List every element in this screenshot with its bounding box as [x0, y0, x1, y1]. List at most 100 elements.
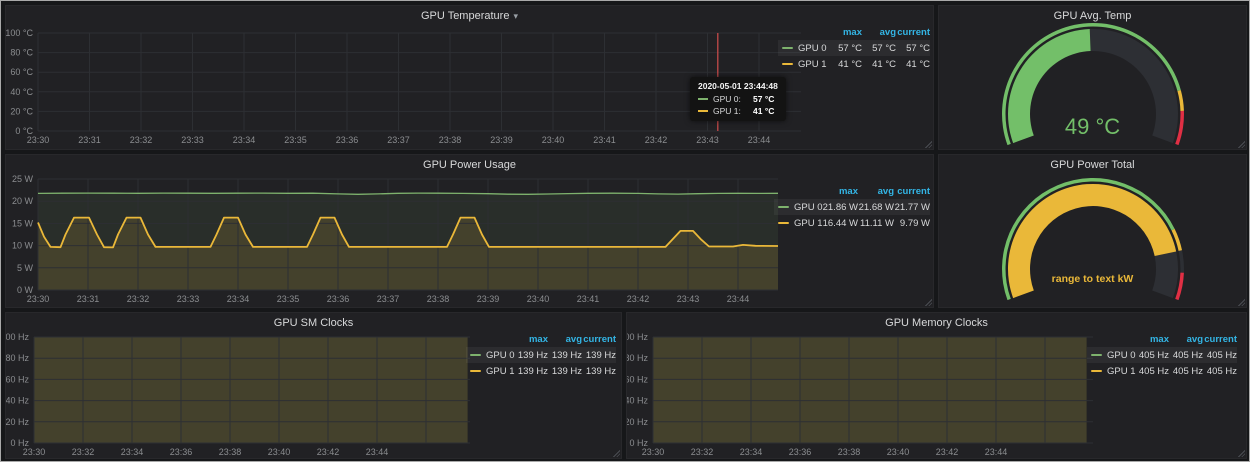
- panel-title-gpu-memory-clocks[interactable]: GPU Memory Clocks: [885, 317, 988, 329]
- x-tick-label: 23:30: [23, 447, 46, 457]
- panel-title-gpu-power-usage[interactable]: GPU Power Usage: [423, 159, 516, 171]
- series-color-dash: [782, 63, 793, 65]
- gpu-sm-clocks-legend: maxavgcurrentGPU 0139 Hz139 Hz139 HzGPU …: [466, 331, 616, 379]
- legend-series: GPU 1: [466, 366, 514, 377]
- legend-value: 21.68 W: [858, 202, 894, 213]
- legend-header-max[interactable]: max: [514, 334, 548, 345]
- panel-title: GPU Temperature ▾: [6, 8, 933, 24]
- panel-title-gpu-temperature[interactable]: GPU Temperature: [421, 10, 509, 22]
- x-tick-label: 23:41: [593, 135, 616, 145]
- y-tick-label: 80 Hz: [627, 353, 648, 363]
- legend-header-current[interactable]: current: [582, 334, 616, 345]
- panel-resize-handle[interactable]: [612, 449, 620, 457]
- legend-header-avg[interactable]: avg: [548, 334, 582, 345]
- legend-series-toggle[interactable]: GPU 1: [486, 366, 515, 377]
- x-tick-label: 23:43: [677, 294, 700, 304]
- panel-gpu-memory-clocks: GPU Memory Clocks 100 Hz80 Hz60 Hz40 Hz2…: [626, 312, 1247, 459]
- panel-gpu-power-usage: GPU Power Usage 25 W20 W15 W10 W5 W0 W23…: [5, 154, 934, 308]
- panel-title: GPU Avg. Temp: [939, 8, 1246, 24]
- legend-value: 139 Hz: [582, 366, 616, 377]
- legend-value: 57 °C: [828, 43, 862, 54]
- legend-series-toggle[interactable]: GPU 0: [798, 43, 827, 54]
- legend-series-toggle[interactable]: GPU 0: [1107, 350, 1136, 361]
- x-tick-label: 23:42: [627, 294, 650, 304]
- legend-value: 21.86 W: [822, 202, 858, 213]
- legend-value: 405 Hz: [1135, 350, 1169, 361]
- legend-header-avg[interactable]: avg: [858, 186, 894, 197]
- legend-series: GPU 0: [466, 350, 514, 361]
- panel-resize-handle[interactable]: [1237, 298, 1245, 306]
- legend-row: GPU 116.44 W11.11 W9.79 W: [774, 215, 930, 231]
- legend-series-toggle[interactable]: GPU 0: [486, 350, 515, 361]
- legend-header-current[interactable]: current: [1203, 334, 1237, 345]
- x-tick-label: 23:31: [78, 135, 101, 145]
- legend-series-toggle[interactable]: GPU 1: [1107, 366, 1136, 377]
- y-tick-label: 60 Hz: [6, 374, 29, 384]
- y-tick-label: 40 Hz: [627, 396, 648, 406]
- x-tick-label: 23:32: [130, 135, 153, 145]
- panel-title: GPU Power Total: [939, 157, 1246, 173]
- legend-row: GPU 1139 Hz139 Hz139 Hz: [466, 363, 616, 379]
- legend-header-current[interactable]: current: [896, 27, 930, 38]
- x-tick-label: 23:40: [542, 135, 565, 145]
- x-tick-label: 23:37: [377, 294, 400, 304]
- grafana-dashboard: GPU Temperature ▾ 100 °C80 °C60 °C40 °C2…: [0, 0, 1250, 462]
- panel-resize-handle[interactable]: [924, 140, 932, 148]
- series-color-dash: [698, 110, 708, 112]
- x-tick-label: 23:37: [387, 135, 410, 145]
- x-tick-label: 23:39: [490, 135, 513, 145]
- y-tick-label: 10 W: [12, 241, 34, 251]
- panel-title-gpu-power-total[interactable]: GPU Power Total: [1050, 159, 1134, 171]
- legend-series-toggle[interactable]: GPU 1: [794, 218, 823, 229]
- panel-gpu-power-total: GPU Power Total range to text kW: [938, 154, 1247, 308]
- panel-resize-handle[interactable]: [1237, 140, 1245, 148]
- panel-title-gpu-avg-temp[interactable]: GPU Avg. Temp: [1054, 10, 1132, 22]
- legend-row: GPU 0139 Hz139 Hz139 Hz: [466, 347, 616, 363]
- legend-value: 139 Hz: [514, 366, 548, 377]
- legend-header-max[interactable]: max: [1135, 334, 1169, 345]
- legend-value: 405 Hz: [1169, 366, 1203, 377]
- x-tick-label: 23:42: [645, 135, 668, 145]
- x-tick-label: 23:30: [642, 447, 665, 457]
- legend-value: 41 °C: [828, 59, 862, 70]
- panel-gpu-avg-temp: GPU Avg. Temp 49 °C: [938, 5, 1247, 150]
- x-tick-label: 23:34: [740, 447, 763, 457]
- x-tick-label: 23:32: [72, 447, 95, 457]
- y-tick-label: 40 °C: [10, 87, 33, 97]
- gpu-power-usage-legend: maxavgcurrentGPU 021.86 W21.68 W21.77 WG…: [774, 183, 930, 231]
- legend-row: GPU 0405 Hz405 Hz405 Hz: [1087, 347, 1237, 363]
- legend-header-current[interactable]: current: [894, 186, 930, 197]
- x-tick-label: 23:31: [77, 294, 100, 304]
- legend-header-max[interactable]: max: [828, 27, 862, 38]
- panel-title-gpu-sm-clocks[interactable]: GPU SM Clocks: [274, 317, 353, 329]
- legend-header-max[interactable]: max: [822, 186, 858, 197]
- gpu-power-usage-chart[interactable]: 25 W20 W15 W10 W5 W0 W23:3023:3123:3223:…: [6, 155, 933, 307]
- legend-value: 9.79 W: [894, 218, 930, 229]
- gpu-memory-clocks-legend: maxavgcurrentGPU 0405 Hz405 Hz405 HzGPU …: [1087, 331, 1237, 379]
- series-color-dash: [470, 370, 481, 372]
- legend-series-toggle[interactable]: GPU 1: [798, 59, 827, 70]
- legend-row: GPU 1405 Hz405 Hz405 Hz: [1087, 363, 1237, 379]
- x-tick-label: 23:43: [696, 135, 719, 145]
- panel-title: GPU Power Usage: [6, 157, 933, 173]
- y-tick-label: 25 W: [12, 174, 34, 184]
- series-color-dash: [778, 222, 789, 224]
- chevron-down-icon: ▾: [513, 12, 518, 21]
- y-tick-label: 20 W: [12, 196, 34, 206]
- x-tick-label: 23:36: [170, 447, 193, 457]
- x-tick-label: 23:42: [936, 447, 959, 457]
- panel-resize-handle[interactable]: [1237, 449, 1245, 457]
- panel-resize-handle[interactable]: [924, 298, 932, 306]
- legend-value: 57 °C: [896, 43, 930, 54]
- legend-series: GPU 1: [778, 59, 828, 70]
- legend-header-avg[interactable]: avg: [862, 27, 896, 38]
- panel-title: GPU SM Clocks: [6, 315, 621, 331]
- y-tick-label: 100 Hz: [627, 332, 648, 342]
- legend-header-row: maxavgcurrent: [774, 183, 930, 199]
- legend-value: 16.44 W: [822, 218, 858, 229]
- legend-row: GPU 057 °C57 °C57 °C: [778, 40, 930, 56]
- legend-header-row: maxavgcurrent: [1087, 331, 1237, 347]
- x-tick-label: 23:40: [527, 294, 550, 304]
- legend-header-avg[interactable]: avg: [1169, 334, 1203, 345]
- legend-series-toggle[interactable]: GPU 0: [794, 202, 823, 213]
